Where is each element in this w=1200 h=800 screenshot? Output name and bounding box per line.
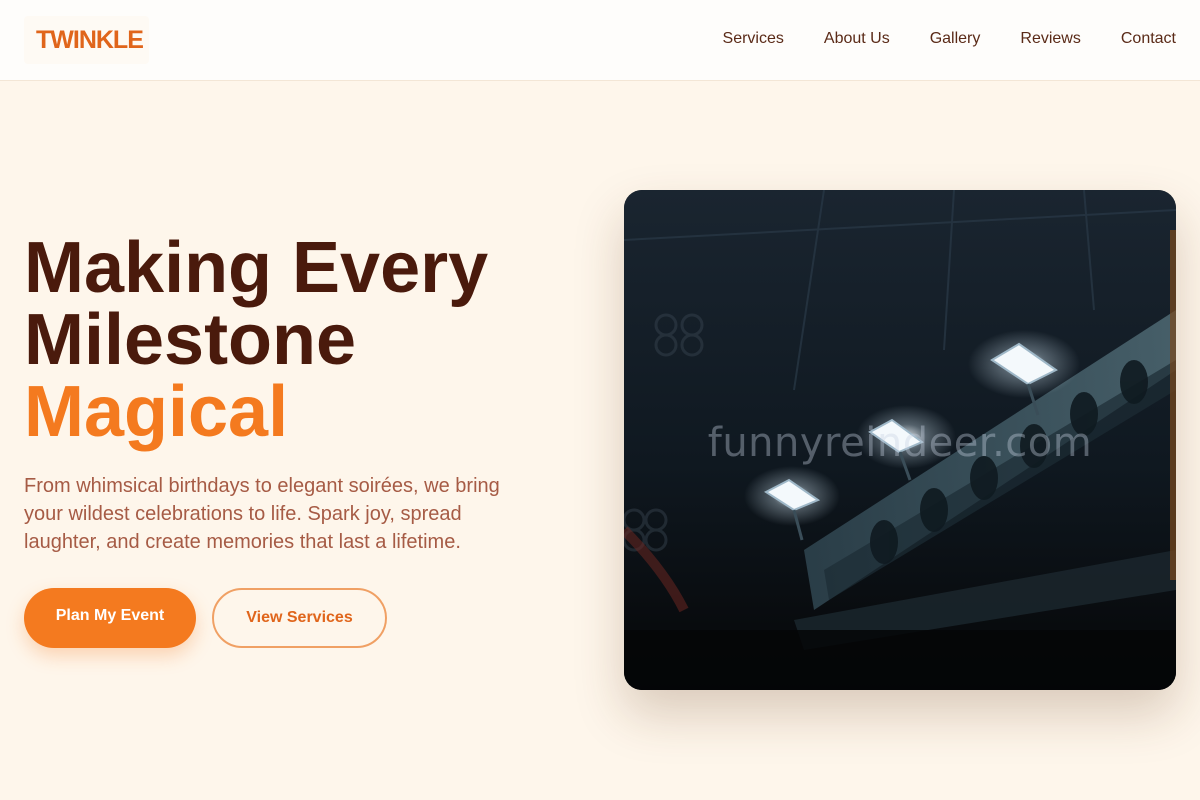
brand-logo[interactable]: TWINKLE: [24, 16, 149, 64]
hero-subtitle: From whimsical birthdays to elegant soir…: [24, 475, 500, 553]
plan-my-event-button[interactable]: Plan My Event: [24, 588, 196, 648]
image-watermark: funnyreindeer.com: [707, 420, 1093, 466]
hero-title-line-1: Making Every: [24, 228, 489, 308]
hero-title: Making Every Milestone Magical: [24, 232, 584, 448]
nav-link-services[interactable]: Services: [723, 29, 784, 49]
nav-link-about-us[interactable]: About Us: [824, 29, 890, 49]
hero-title-accent: Magical: [24, 372, 289, 452]
view-services-button[interactable]: View Services: [212, 588, 387, 648]
nav-link-contact[interactable]: Contact: [1121, 29, 1176, 49]
hero-title-line-2: Milestone: [24, 300, 357, 380]
site-header: TWINKLE Services About Us Gallery Review…: [0, 0, 1200, 81]
nav-link-reviews[interactable]: Reviews: [1020, 29, 1080, 49]
main-nav: Services About Us Gallery Reviews Contac…: [683, 29, 1176, 49]
nav-link-gallery[interactable]: Gallery: [930, 29, 981, 49]
hero-image: funnyreindeer.com: [624, 190, 1176, 690]
